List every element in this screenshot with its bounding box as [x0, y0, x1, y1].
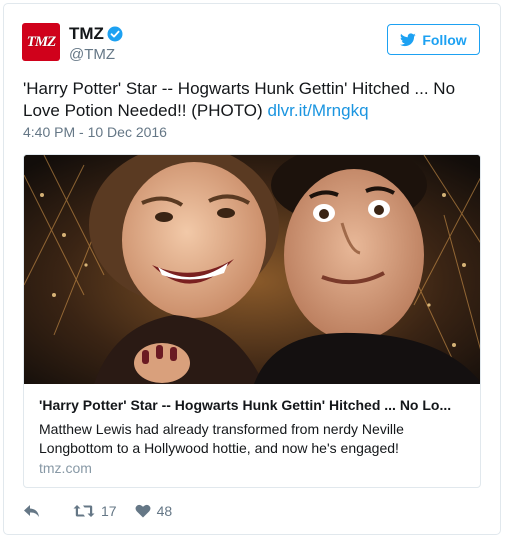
account-handle[interactable]: @TMZ [69, 46, 115, 64]
retweet-button[interactable]: 17 [73, 503, 117, 519]
tweet-text: 'Harry Potter' Star -- Hogwarts Hunk Get… [23, 78, 483, 122]
tweet-link[interactable]: dlvr.it/Mrngkq [267, 101, 368, 120]
retweet-icon [73, 505, 95, 517]
tweet-body: 'Harry Potter' Star -- Hogwarts Hunk Get… [23, 79, 456, 120]
follow-label: Follow [422, 31, 467, 48]
reply-button[interactable] [23, 504, 41, 518]
twitter-bird-icon [400, 32, 417, 46]
retweet-count: 17 [101, 503, 117, 519]
selfie-photo-image [24, 155, 480, 384]
tweet-timestamp[interactable]: 4:40 PM - 10 Dec 2016 [23, 124, 167, 140]
like-button[interactable]: 48 [135, 503, 173, 519]
link-card-title[interactable]: 'Harry Potter' Star -- Hogwarts Hunk Get… [39, 397, 469, 413]
preview-photo [24, 155, 480, 384]
account-name[interactable]: TMZ [69, 24, 104, 44]
reply-icon [24, 505, 39, 517]
link-card-domain: tmz.com [39, 460, 92, 476]
avatar[interactable]: TMZ [22, 23, 60, 61]
follow-button[interactable]: Follow [387, 24, 480, 55]
tweet-actions: 17 48 [23, 500, 190, 522]
avatar-logo-text: TMZ [26, 33, 57, 50]
link-preview-card[interactable]: 'Harry Potter' Star -- Hogwarts Hunk Get… [23, 154, 481, 488]
link-card-description: Matthew Lewis had already transformed fr… [39, 421, 404, 456]
like-count: 48 [156, 503, 173, 519]
verified-badge-icon [107, 26, 123, 42]
heart-icon [135, 504, 151, 518]
